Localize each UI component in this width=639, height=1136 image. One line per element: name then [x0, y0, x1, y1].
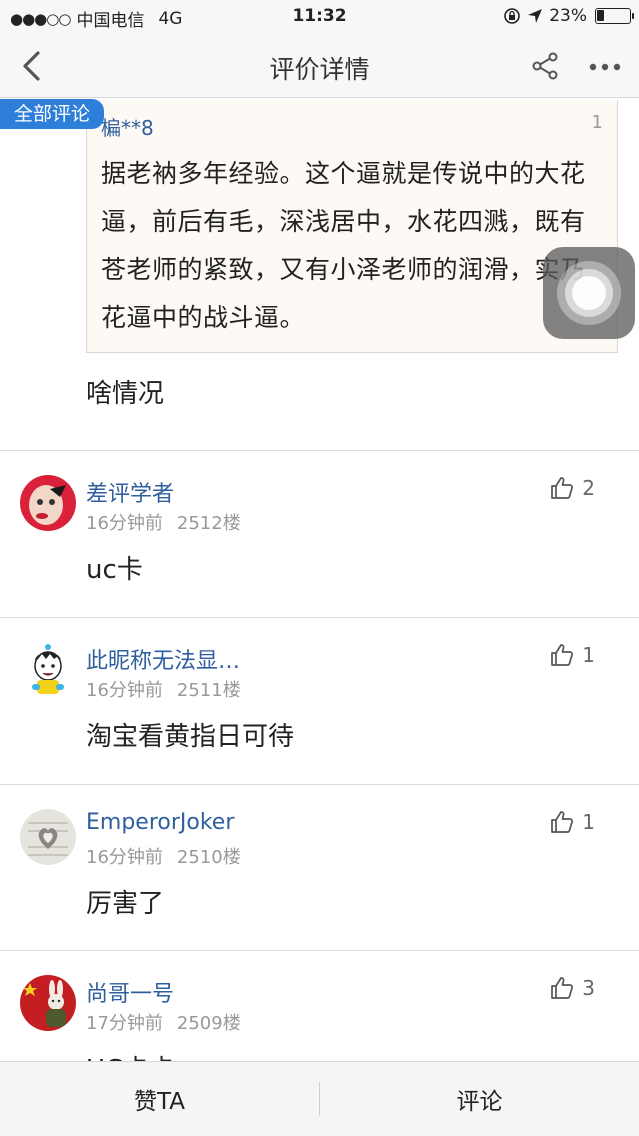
status-right: 23%: [503, 6, 634, 26]
thumbs-up-icon: [551, 977, 574, 999]
battery-fill: [597, 10, 604, 21]
reply-text: 啥情况: [86, 379, 165, 409]
like-count: 2: [582, 476, 595, 500]
comment-item: 差评学者 16分钟前 2512楼 2 uc卡: [0, 451, 639, 617]
comment-meta: 16分钟前 2512楼: [86, 509, 241, 535]
comment-username[interactable]: 尚哥一号: [86, 976, 174, 1008]
avatar[interactable]: [20, 809, 76, 865]
assistive-touch-button[interactable]: [543, 247, 635, 339]
more-icon[interactable]: [588, 52, 622, 82]
comment-text: uc卡: [86, 555, 143, 585]
comment-username[interactable]: EmperorJoker: [86, 810, 234, 835]
comment-item: EmperorJoker 16分钟前 2510楼 1 厉害了: [0, 785, 639, 951]
comment-time: 16分钟前: [86, 847, 163, 868]
quote-username[interactable]: 楄**8: [101, 112, 154, 141]
comment-meta: 16分钟前 2511楼: [86, 676, 241, 702]
comment-floor: 2510楼: [176, 847, 241, 868]
thumbs-up-icon: [551, 811, 574, 833]
comment-username[interactable]: 差评学者: [86, 476, 174, 508]
battery-icon: [595, 8, 634, 24]
like-count: 1: [582, 643, 595, 667]
comment-time: 16分钟前: [86, 513, 163, 534]
comment-floor: 2509楼: [176, 1013, 241, 1034]
battery-percent: 23%: [549, 6, 587, 26]
like-button[interactable]: 2: [550, 476, 595, 500]
comment-meta: 16分钟前 2510楼: [86, 843, 241, 869]
avatar[interactable]: [20, 975, 76, 1031]
nav-bar: 评价详情: [0, 34, 639, 98]
like-button[interactable]: 1: [550, 643, 595, 667]
share-icon[interactable]: [530, 51, 560, 81]
like-ta-button[interactable]: 赞TA: [0, 1062, 319, 1136]
like-button[interactable]: 3: [550, 976, 595, 1000]
comment-floor: 2511楼: [176, 680, 241, 701]
avatar[interactable]: [20, 475, 76, 531]
comment-text: 淘宝看黄指日可待: [86, 722, 295, 752]
avatar[interactable]: [20, 642, 76, 698]
thumbs-up-icon: [551, 477, 574, 499]
comment-text: 厉害了: [86, 889, 165, 919]
quoted-comment: 楄**8 1 据老衲多年经验。这个逼就是传说中的大花逼，前后有毛，深浅居中，水花…: [86, 100, 618, 353]
rotation-lock-icon: [504, 8, 521, 24]
comment-username[interactable]: 此昵称无法显…: [86, 643, 240, 675]
status-bar: ●●●○○ 中国电信 4G 11:32 23%: [0, 0, 639, 34]
quote-number: 1: [591, 112, 603, 133]
comment-button[interactable]: 评论: [320, 1062, 639, 1136]
all-comments-tag[interactable]: 全部评论: [0, 99, 104, 129]
thumbs-up-icon: [551, 644, 574, 666]
quote-text: 据老衲多年经验。这个逼就是传说中的大花逼，前后有毛，深浅居中，水花四溅，既有苍老…: [101, 159, 586, 332]
like-count: 3: [582, 976, 595, 1000]
like-button[interactable]: 1: [550, 810, 595, 834]
comment-item: 此昵称无法显… 16分钟前 2511楼 1 淘宝看黄指日可待: [0, 618, 639, 784]
comment-time: 17分钟前: [86, 1013, 163, 1034]
like-count: 1: [582, 810, 595, 834]
comment-floor: 2512楼: [176, 513, 241, 534]
bottom-action-bar: 赞TA 评论: [0, 1061, 639, 1136]
comment-time: 16分钟前: [86, 680, 163, 701]
comment-meta: 17分钟前 2509楼: [86, 1009, 241, 1035]
location-icon: [528, 9, 543, 23]
